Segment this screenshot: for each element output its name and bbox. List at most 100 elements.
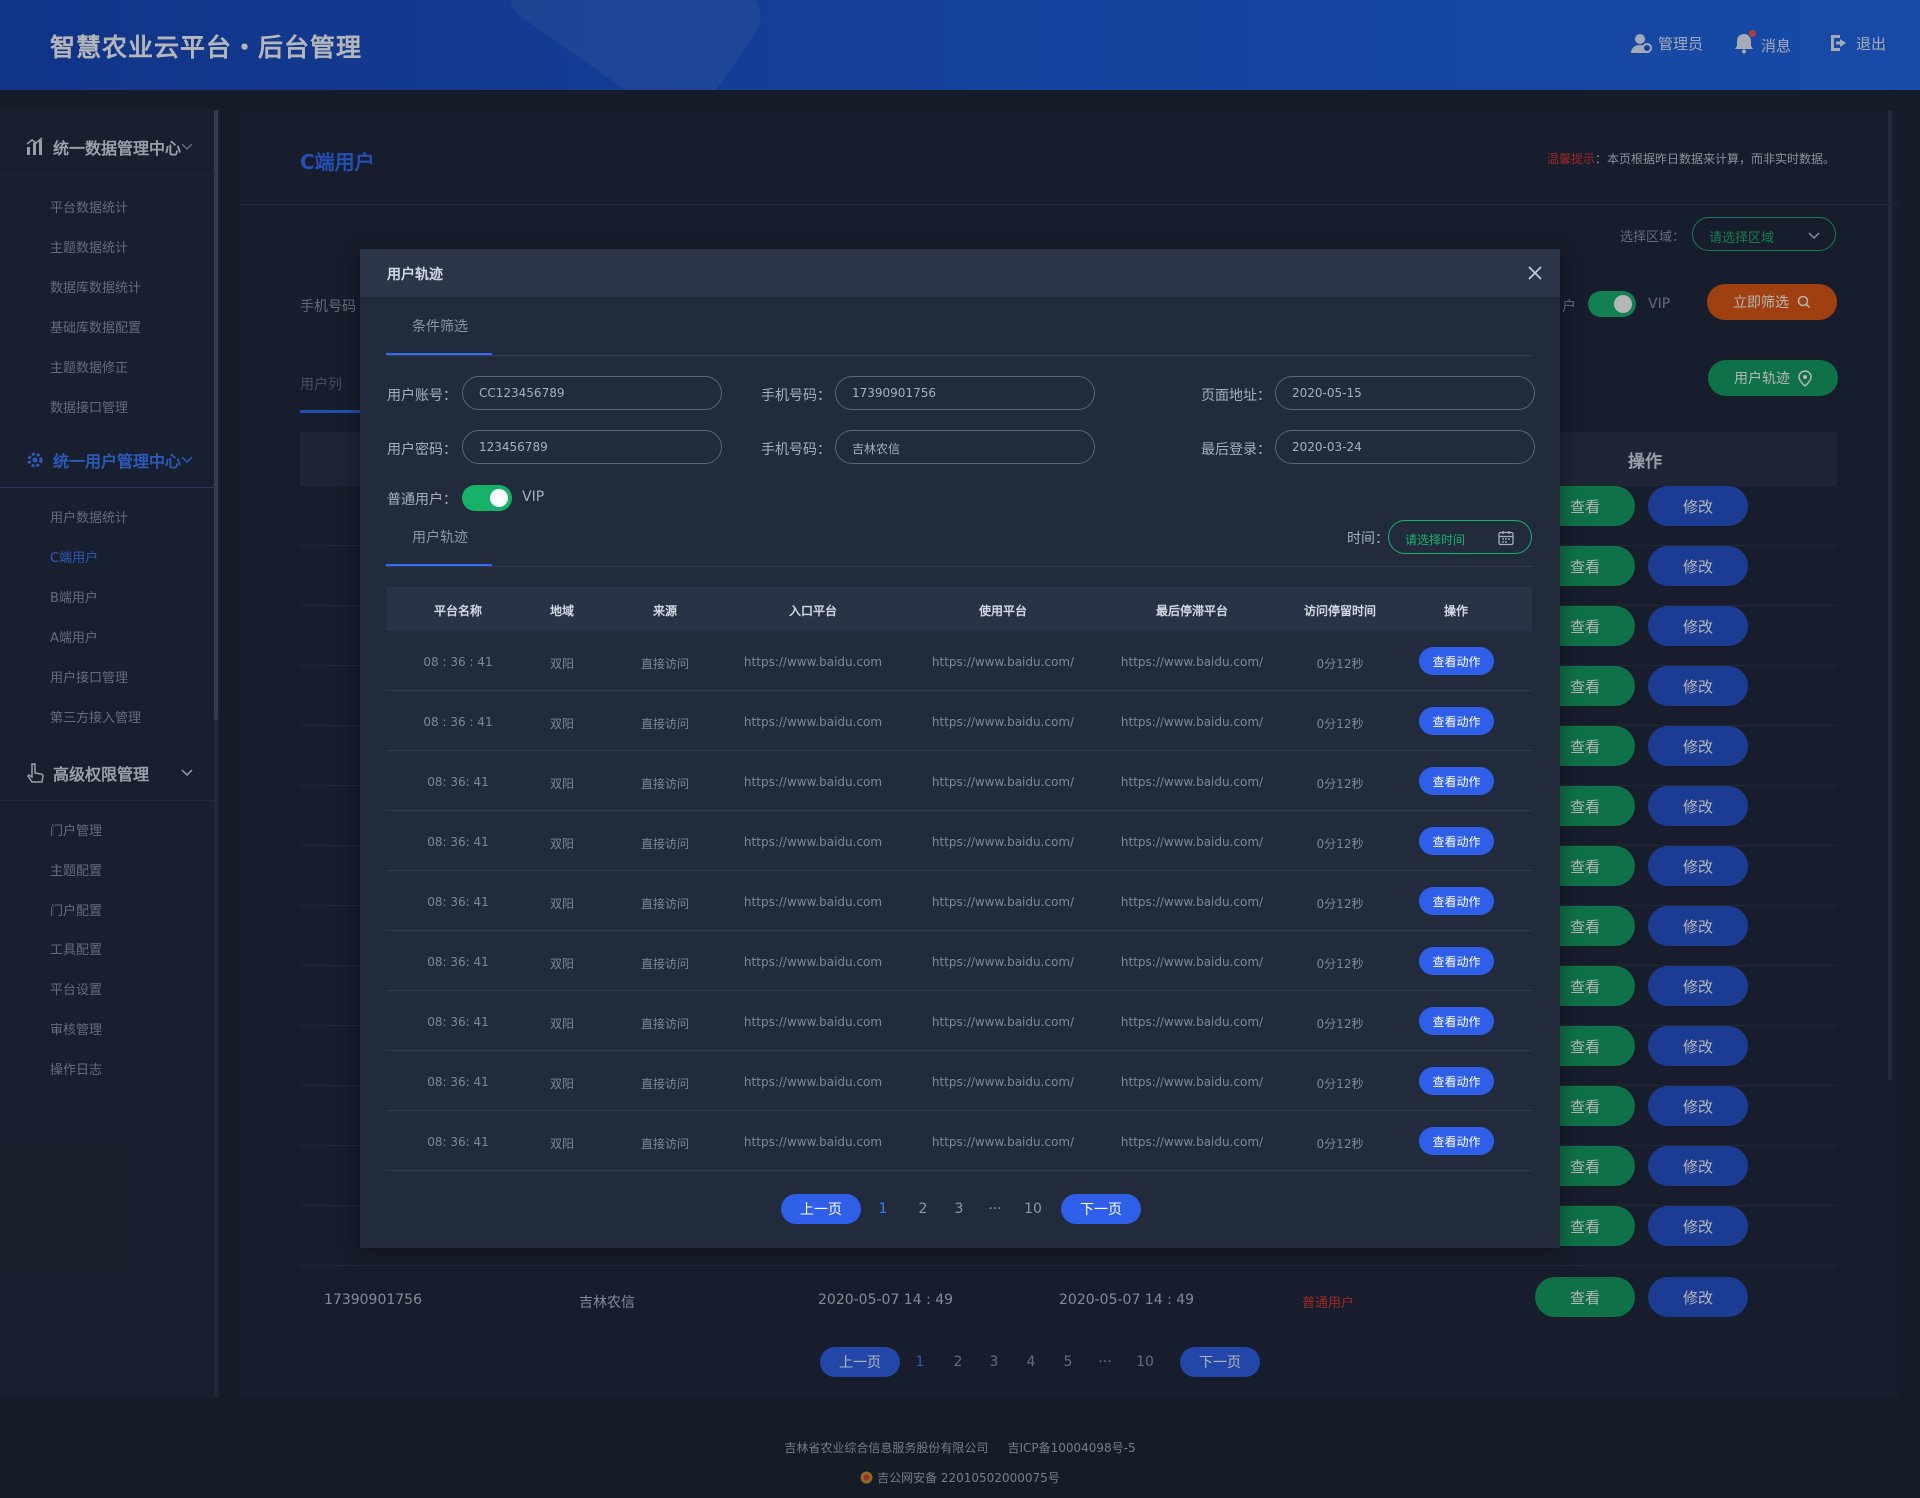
page-ellipsis: ··· — [988, 1201, 1002, 1217]
cell-stay-time: 0分12秒 — [1316, 717, 1364, 731]
cell-stay-time: 0分12秒 — [1316, 1137, 1364, 1151]
cell-last-platform: https://www.baidu.com/ — [1120, 955, 1264, 969]
cell-last-platform: https://www.baidu.com/ — [1120, 1135, 1264, 1149]
phone2-label: 手机号码： — [761, 442, 831, 458]
cell-region: 双阳 — [549, 777, 575, 791]
col-stay-time: 访问停留时间 — [1303, 604, 1377, 618]
account-field[interactable]: CC123456789 — [462, 376, 722, 410]
normal-user-label: 普通用户： — [387, 492, 457, 508]
cell-entry-platform: https://www.baidu.com — [743, 955, 883, 969]
modal-header: 用户轨迹 — [360, 249, 1560, 297]
cell-stay-time: 0分12秒 — [1316, 957, 1364, 971]
cell-entry-platform: https://www.baidu.com — [743, 1015, 883, 1029]
cell-use-platform: https://www.baidu.com/ — [931, 835, 1075, 849]
time-label: 时间： — [1347, 531, 1389, 547]
user-track-modal: 用户轨迹 条件筛选 用户账号： CC123456789 手机号码： 173909… — [360, 249, 1560, 1248]
tab-divider — [386, 355, 1532, 356]
track-row: 08: 36: 41 双阳 直接访问 https://www.baidu.com htt… — [386, 931, 1532, 991]
cell-last-platform: https://www.baidu.com/ — [1120, 1015, 1264, 1029]
cell-region: 双阳 — [549, 657, 575, 671]
tab-condition-filter[interactable]: 条件筛选 — [412, 316, 468, 336]
page-address-label: 页面地址： — [1201, 388, 1271, 404]
prev-page-button[interactable]: 上一页 — [781, 1194, 861, 1224]
next-page-button[interactable]: 下一页 — [1061, 1194, 1141, 1224]
cell-stay-time: 0分12秒 — [1316, 657, 1364, 671]
cell-source: 直接访问 — [640, 717, 690, 731]
phone-field[interactable]: 17390901756 — [835, 376, 1095, 410]
last-login-label: 最后登录： — [1201, 442, 1271, 458]
cell-time: 08: 36: 41 — [427, 895, 489, 909]
view-action-button[interactable]: 查看动作 — [1419, 1007, 1494, 1035]
col-platform-name: 平台名称 — [433, 604, 483, 618]
col-region: 地域 — [549, 604, 575, 618]
view-action-button[interactable]: 查看动作 — [1419, 947, 1494, 975]
page-number[interactable]: 10 — [1013, 1201, 1053, 1217]
cell-region: 双阳 — [549, 1077, 575, 1091]
cell-time: 08: 36: 41 — [427, 1075, 489, 1089]
tab-user-track[interactable]: 用户轨迹 — [412, 527, 468, 547]
track-row: 08: 36: 41 双阳 直接访问 https://www.baidu.com htt… — [386, 1051, 1532, 1111]
account-label: 用户账号： — [387, 388, 457, 404]
tab-divider — [386, 566, 1532, 567]
cell-time: 08: 36: 41 — [427, 1135, 489, 1149]
track-row: 08: 36: 41 双阳 直接访问 https://www.baidu.com htt… — [386, 751, 1532, 811]
page-address-field[interactable]: 2020-05-15 — [1275, 376, 1535, 410]
view-action-button[interactable]: 查看动作 — [1419, 1067, 1494, 1095]
cell-time: 08 : 36 : 41 — [423, 715, 493, 729]
track-row: 08: 36: 41 双阳 直接访问 https://www.baidu.com htt… — [386, 811, 1532, 871]
cell-last-platform: https://www.baidu.com/ — [1120, 715, 1264, 729]
cell-use-platform: https://www.baidu.com/ — [931, 1015, 1075, 1029]
view-action-button[interactable]: 查看动作 — [1419, 887, 1494, 915]
page-number[interactable]: 1 — [861, 1201, 905, 1217]
cell-entry-platform: https://www.baidu.com — [743, 1075, 883, 1089]
view-action-button[interactable]: 查看动作 — [1419, 1127, 1494, 1155]
cell-stay-time: 0分12秒 — [1316, 1017, 1364, 1031]
cell-time: 08: 36: 41 — [427, 955, 489, 969]
cell-region: 双阳 — [549, 717, 575, 731]
phone-label: 手机号码： — [761, 388, 831, 404]
calendar-icon — [1498, 531, 1514, 546]
cell-last-platform: https://www.baidu.com/ — [1120, 775, 1264, 789]
last-login-field[interactable]: 2020-03-24 — [1275, 430, 1535, 464]
view-action-button[interactable]: 查看动作 — [1419, 647, 1494, 675]
cell-stay-time: 0分12秒 — [1316, 777, 1364, 791]
track-row: 08: 36: 41 双阳 直接访问 https://www.baidu.com htt… — [386, 871, 1532, 931]
cell-stay-time: 0分12秒 — [1316, 1077, 1364, 1091]
cell-last-platform: https://www.baidu.com/ — [1120, 655, 1264, 669]
track-row: 08: 36: 41 双阳 直接访问 https://www.baidu.com htt… — [386, 991, 1532, 1051]
cell-region: 双阳 — [549, 837, 575, 851]
cell-stay-time: 0分12秒 — [1316, 897, 1364, 911]
cell-use-platform: https://www.baidu.com/ — [931, 1075, 1075, 1089]
cell-region: 双阳 — [549, 1017, 575, 1031]
cell-last-platform: https://www.baidu.com/ — [1120, 895, 1264, 909]
password-field[interactable]: 123456789 — [462, 430, 722, 464]
phone2-field[interactable]: 吉林农信 — [835, 430, 1095, 464]
cell-entry-platform: https://www.baidu.com — [743, 655, 883, 669]
cell-entry-platform: https://www.baidu.com — [743, 1135, 883, 1149]
cell-use-platform: https://www.baidu.com/ — [931, 775, 1075, 789]
cell-entry-platform: https://www.baidu.com — [743, 835, 883, 849]
cell-source: 直接访问 — [640, 657, 690, 671]
cell-use-platform: https://www.baidu.com/ — [931, 895, 1075, 909]
page-number[interactable]: 2 — [905, 1201, 941, 1217]
close-icon[interactable] — [1526, 264, 1544, 282]
cell-source: 直接访问 — [640, 1077, 690, 1091]
cell-region: 双阳 — [549, 957, 575, 971]
view-action-button[interactable]: 查看动作 — [1419, 707, 1494, 735]
cell-region: 双阳 — [549, 1137, 575, 1151]
cell-last-platform: https://www.baidu.com/ — [1120, 1075, 1264, 1089]
col-actions: 操作 — [1443, 604, 1469, 618]
cell-source: 直接访问 — [640, 837, 690, 851]
time-picker[interactable]: 请选择时间 — [1388, 520, 1532, 554]
app-root: 智慧农业云平台・后台管理 管理员 消息 退出 统一数据管理中心 平台数据统计 主… — [0, 0, 1920, 1498]
password-label: 用户密码： — [387, 442, 457, 458]
view-action-button[interactable]: 查看动作 — [1419, 827, 1494, 855]
track-table-header: 平台名称 地域 来源 入口平台 使用平台 最后停滞平台 访问停留时间 操作 — [386, 587, 1532, 631]
page-number[interactable]: 3 — [941, 1201, 977, 1217]
vip-toggle[interactable] — [462, 485, 512, 511]
cell-entry-platform: https://www.baidu.com — [743, 895, 883, 909]
col-last-platform: 最后停滞平台 — [1155, 604, 1229, 618]
view-action-button[interactable]: 查看动作 — [1419, 767, 1494, 795]
cell-source: 直接访问 — [640, 1137, 690, 1151]
cell-time: 08: 36: 41 — [427, 775, 489, 789]
